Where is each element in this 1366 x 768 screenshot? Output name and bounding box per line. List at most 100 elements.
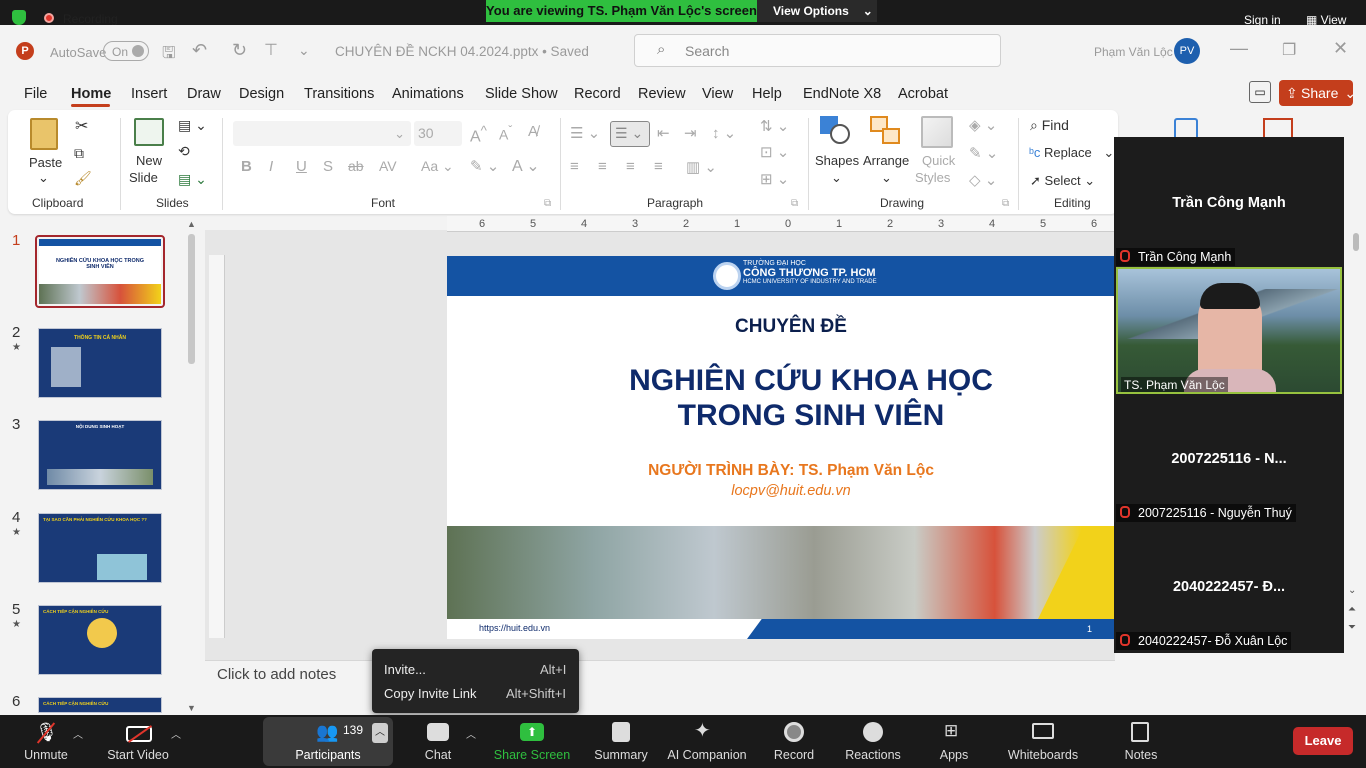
minimize-icon[interactable]: — [1230, 38, 1248, 59]
view-options-button[interactable]: View Options ⌄ [757, 0, 877, 22]
underline-icon[interactable]: U [296, 158, 307, 175]
quick-styles-label-2[interactable]: Styles [915, 170, 950, 185]
new-slide-label-1[interactable]: New [136, 153, 162, 168]
record-icon[interactable] [784, 722, 804, 742]
format-painter-icon[interactable]: 🖌 [74, 170, 92, 187]
copy-icon[interactable]: ⧉ [74, 145, 84, 162]
text-direction-icon[interactable]: ⇅ ⌄ [760, 117, 789, 135]
gallery-scrollbar[interactable] [1353, 233, 1359, 251]
notes-pane[interactable] [205, 660, 1115, 715]
autosave-toggle[interactable]: On [103, 41, 149, 61]
dialog-launcher-icon[interactable]: ⧉ [791, 198, 798, 209]
chevron-down-icon[interactable]: ⌄ [38, 170, 49, 186]
customize-toolbar-icon[interactable]: ⌄ [298, 42, 310, 59]
undo-icon[interactable]: ↶ [192, 40, 207, 61]
summary-button[interactable]: Summary [590, 748, 652, 762]
chevron-up-icon[interactable]: ︿ [466, 726, 476, 741]
thumbnail-scrollbar[interactable] [188, 234, 195, 364]
slide[interactable]: TRƯỜNG ĐẠI HỌC CÔNG THƯƠNG TP. HCM HCMC … [447, 256, 1115, 639]
avatar[interactable]: PV [1174, 38, 1200, 64]
tab-animations[interactable]: Animations [392, 86, 464, 102]
reactions-button[interactable]: Reactions [843, 748, 903, 762]
quick-styles-icon[interactable] [921, 116, 953, 148]
section-icon[interactable]: ▤ ⌄ [178, 171, 207, 188]
italic-icon[interactable]: I [269, 158, 273, 175]
share-screen-button[interactable]: Share Screen [492, 748, 572, 762]
ai-companion-button[interactable]: AI Companion [666, 748, 748, 762]
paste-button[interactable]: Paste [29, 155, 62, 170]
line-spacing-icon[interactable]: ↕ ⌄ [712, 124, 736, 142]
tab-endnote[interactable]: EndNote X8 [803, 86, 881, 102]
decrease-font-icon[interactable]: Aˇ [499, 124, 512, 143]
apps-button[interactable]: Apps [936, 748, 972, 762]
dialog-launcher-icon[interactable]: ⧉ [1002, 198, 1009, 209]
tab-view[interactable]: View [702, 86, 733, 102]
change-case-icon[interactable]: Aa ⌄ [421, 158, 454, 175]
select-button[interactable]: ➚ Select ⌄ [1030, 173, 1095, 189]
bold-icon[interactable]: B [241, 158, 252, 175]
numbering-icon[interactable]: ☰ ⌄ [610, 121, 650, 147]
whiteboards-button[interactable]: Whiteboards [1004, 748, 1082, 762]
slide-thumbnail[interactable]: CÁCH TIẾP CẬN NGHIÊN CỨU [38, 697, 162, 713]
tab-design[interactable]: Design [239, 86, 284, 102]
notes-button[interactable]: Notes [1120, 748, 1162, 762]
tab-draw[interactable]: Draw [187, 86, 221, 102]
share-screen-icon[interactable]: ⬆ [520, 723, 544, 741]
scroll-down-icon[interactable]: ▼ [187, 703, 196, 713]
scroll-up-icon[interactable]: ▲ [187, 219, 196, 229]
tab-home[interactable]: Home [71, 86, 111, 102]
tab-review[interactable]: Review [638, 86, 686, 102]
font-color-icon[interactable]: A ⌄ [512, 156, 540, 176]
shapes-button[interactable]: Shapes [815, 153, 859, 168]
leave-button[interactable]: Leave [1293, 727, 1353, 755]
tab-file[interactable]: File [24, 86, 47, 102]
invite-menu-item[interactable]: Invite... [384, 662, 426, 677]
slide-thumbnail[interactable]: TẠI SAO CẦN PHẢI NGHIÊN CỨU KHOA HỌC ?? [38, 513, 162, 583]
bullets-icon[interactable]: ☰ ⌄ [570, 124, 600, 142]
arrange-button[interactable]: Arrange [863, 153, 909, 168]
record-button[interactable]: Record [768, 748, 820, 762]
font-family-select[interactable]: ⌄ [233, 121, 411, 146]
designer-icon[interactable] [1263, 118, 1293, 138]
scroll-down-icon[interactable]: ⌄ [1348, 585, 1356, 596]
shapes-icon[interactable] [820, 116, 850, 144]
smartart-icon[interactable]: ⊞ ⌄ [760, 170, 789, 188]
present-icon[interactable]: ⊤ [264, 40, 278, 60]
strikethrough-icon[interactable]: ab [348, 158, 364, 174]
search-input[interactable]: ⌕ Search [634, 34, 1001, 67]
tab-slide-show[interactable]: Slide Show [485, 86, 558, 102]
close-icon[interactable]: ✕ [1333, 38, 1348, 59]
align-text-icon[interactable]: ⊡ ⌄ [760, 143, 789, 161]
replace-button[interactable]: ᵇc Replace ⌄ [1029, 145, 1114, 161]
apps-icon[interactable]: ⊞ [944, 721, 958, 741]
notes-icon[interactable] [1131, 722, 1149, 742]
speaker-video[interactable]: TS. Phạm Văn Lộc [1116, 267, 1342, 394]
start-video-button[interactable]: Start Video [106, 748, 170, 762]
addin-icon[interactable] [1174, 118, 1198, 138]
align-center-icon[interactable]: ≡ [598, 158, 607, 175]
shape-effects-icon[interactable]: ◇ ⌄ [969, 171, 997, 189]
clear-format-icon[interactable]: A̸ [528, 123, 538, 140]
arrange-icon[interactable] [870, 116, 902, 146]
new-slide-label-2[interactable]: Slide [129, 170, 158, 185]
chevron-up-icon[interactable]: ︿ [171, 726, 181, 741]
slide-thumbnail[interactable]: NGHIÊN CỨU KHOA HỌC TRONG SINH VIÊN [35, 235, 165, 308]
paste-icon[interactable] [30, 118, 58, 150]
save-icon[interactable]: 🖫 [162, 42, 176, 69]
summary-icon[interactable] [612, 722, 630, 742]
chevron-up-icon[interactable]: ︿ [372, 723, 388, 743]
copy-invite-link-item[interactable]: Copy Invite Link [384, 686, 477, 701]
spacing-icon[interactable]: AV [379, 158, 397, 174]
restore-icon[interactable]: ❐ [1282, 40, 1296, 60]
highlight-icon[interactable]: ✎ ⌄ [470, 157, 499, 175]
share-button[interactable]: ⇪ Share ⌄ [1279, 80, 1356, 106]
tab-insert[interactable]: Insert [131, 86, 167, 102]
align-left-icon[interactable]: ≡ [570, 158, 579, 175]
chevron-up-icon[interactable]: ︿ [73, 726, 83, 741]
unmute-button[interactable]: Unmute [24, 748, 68, 762]
slide-thumbnail[interactable]: THÔNG TIN CÁ NHÂN [38, 328, 162, 398]
shape-outline-icon[interactable]: ✎ ⌄ [969, 144, 998, 162]
tab-transitions[interactable]: Transitions [304, 86, 374, 102]
tab-acrobat[interactable]: Acrobat [898, 86, 948, 102]
find-button[interactable]: ⌕ Find [1030, 117, 1069, 134]
